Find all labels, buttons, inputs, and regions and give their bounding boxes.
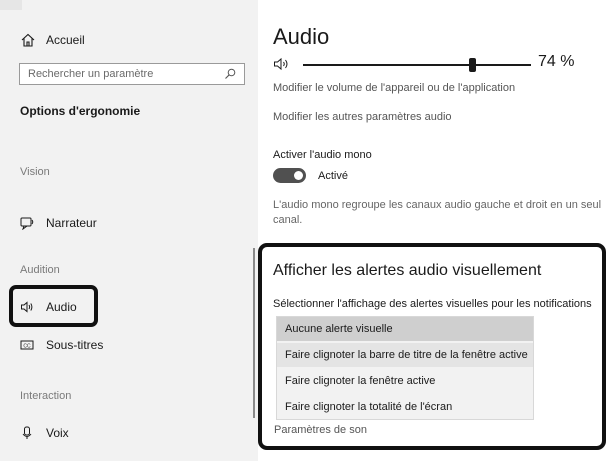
volume-link[interactable]: Modifier le volume de l'appareil ou de l… bbox=[273, 82, 515, 94]
other-audio-settings-link[interactable]: Modifier les autres paramètres audio bbox=[273, 111, 452, 123]
home-icon bbox=[21, 33, 35, 47]
sidebar-scrollbar[interactable] bbox=[253, 248, 255, 418]
mono-audio-state: Activé bbox=[318, 170, 348, 182]
nav-home[interactable]: Accueil bbox=[20, 32, 85, 48]
dropdown-option[interactable]: Faire clignoter la fenêtre active bbox=[277, 369, 533, 393]
sidebar-item-label: Narrateur bbox=[46, 216, 97, 230]
main-content: Audio 74 % Modifier le volume de l'appar… bbox=[258, 0, 607, 461]
volume-value: 74 % bbox=[538, 53, 575, 70]
microphone-icon bbox=[20, 426, 34, 440]
narrator-icon bbox=[20, 216, 34, 230]
nav-home-label: Accueil bbox=[46, 33, 85, 47]
dropdown-option[interactable]: Faire clignoter la totalité de l'écran bbox=[277, 395, 533, 419]
alerts-subtitle: Sélectionner l'affichage des alertes vis… bbox=[273, 298, 592, 310]
mono-audio-toggle[interactable] bbox=[273, 168, 306, 183]
group-label-vision: Vision bbox=[20, 166, 50, 178]
visual-alert-dropdown[interactable]: Aucune alerte visuelle Faire clignoter l… bbox=[276, 316, 534, 420]
audio-highlight-frame bbox=[9, 285, 98, 327]
search-box[interactable] bbox=[19, 63, 245, 85]
sidebar-item-label: Sous-titres bbox=[46, 338, 104, 352]
sound-settings-link[interactable]: Paramètres de son bbox=[274, 424, 367, 436]
top-strip bbox=[0, 0, 22, 10]
search-input[interactable] bbox=[28, 68, 208, 80]
toggle-knob bbox=[294, 171, 303, 180]
sidebar-item-voice[interactable]: Voix bbox=[20, 426, 69, 440]
sidebar-item-label: Voix bbox=[46, 426, 69, 440]
search-icon[interactable] bbox=[224, 68, 236, 80]
volume-slider-thumb[interactable] bbox=[469, 58, 476, 72]
dropdown-option[interactable]: Faire clignoter la barre de titre de la … bbox=[277, 343, 533, 367]
closed-captions-icon: CC bbox=[20, 338, 34, 352]
sidebar-item-narrator[interactable]: Narrateur bbox=[20, 216, 97, 230]
volume-icon[interactable] bbox=[273, 56, 291, 72]
mono-audio-label: Activer l'audio mono bbox=[273, 149, 372, 161]
sidebar-item-subtitles[interactable]: CC Sous-titres bbox=[20, 338, 103, 352]
section-title: Options d'ergonomie bbox=[20, 104, 141, 118]
group-label-interaction: Interaction bbox=[20, 390, 72, 402]
sidebar: Accueil Options d'ergonomie Vision Narra… bbox=[0, 0, 258, 461]
alerts-title: Afficher les alertes audio visuellement bbox=[273, 262, 542, 279]
dropdown-option[interactable]: Aucune alerte visuelle bbox=[277, 317, 533, 341]
volume-slider-fill bbox=[303, 64, 472, 66]
svg-text:CC: CC bbox=[23, 344, 31, 350]
group-label-audition: Audition bbox=[20, 264, 60, 276]
page-title: Audio bbox=[273, 24, 330, 49]
mono-audio-description: L'audio mono regroupe les canaux audio g… bbox=[273, 199, 602, 226]
volume-slider[interactable] bbox=[303, 58, 531, 72]
volume-row: 74 % bbox=[273, 53, 603, 74]
